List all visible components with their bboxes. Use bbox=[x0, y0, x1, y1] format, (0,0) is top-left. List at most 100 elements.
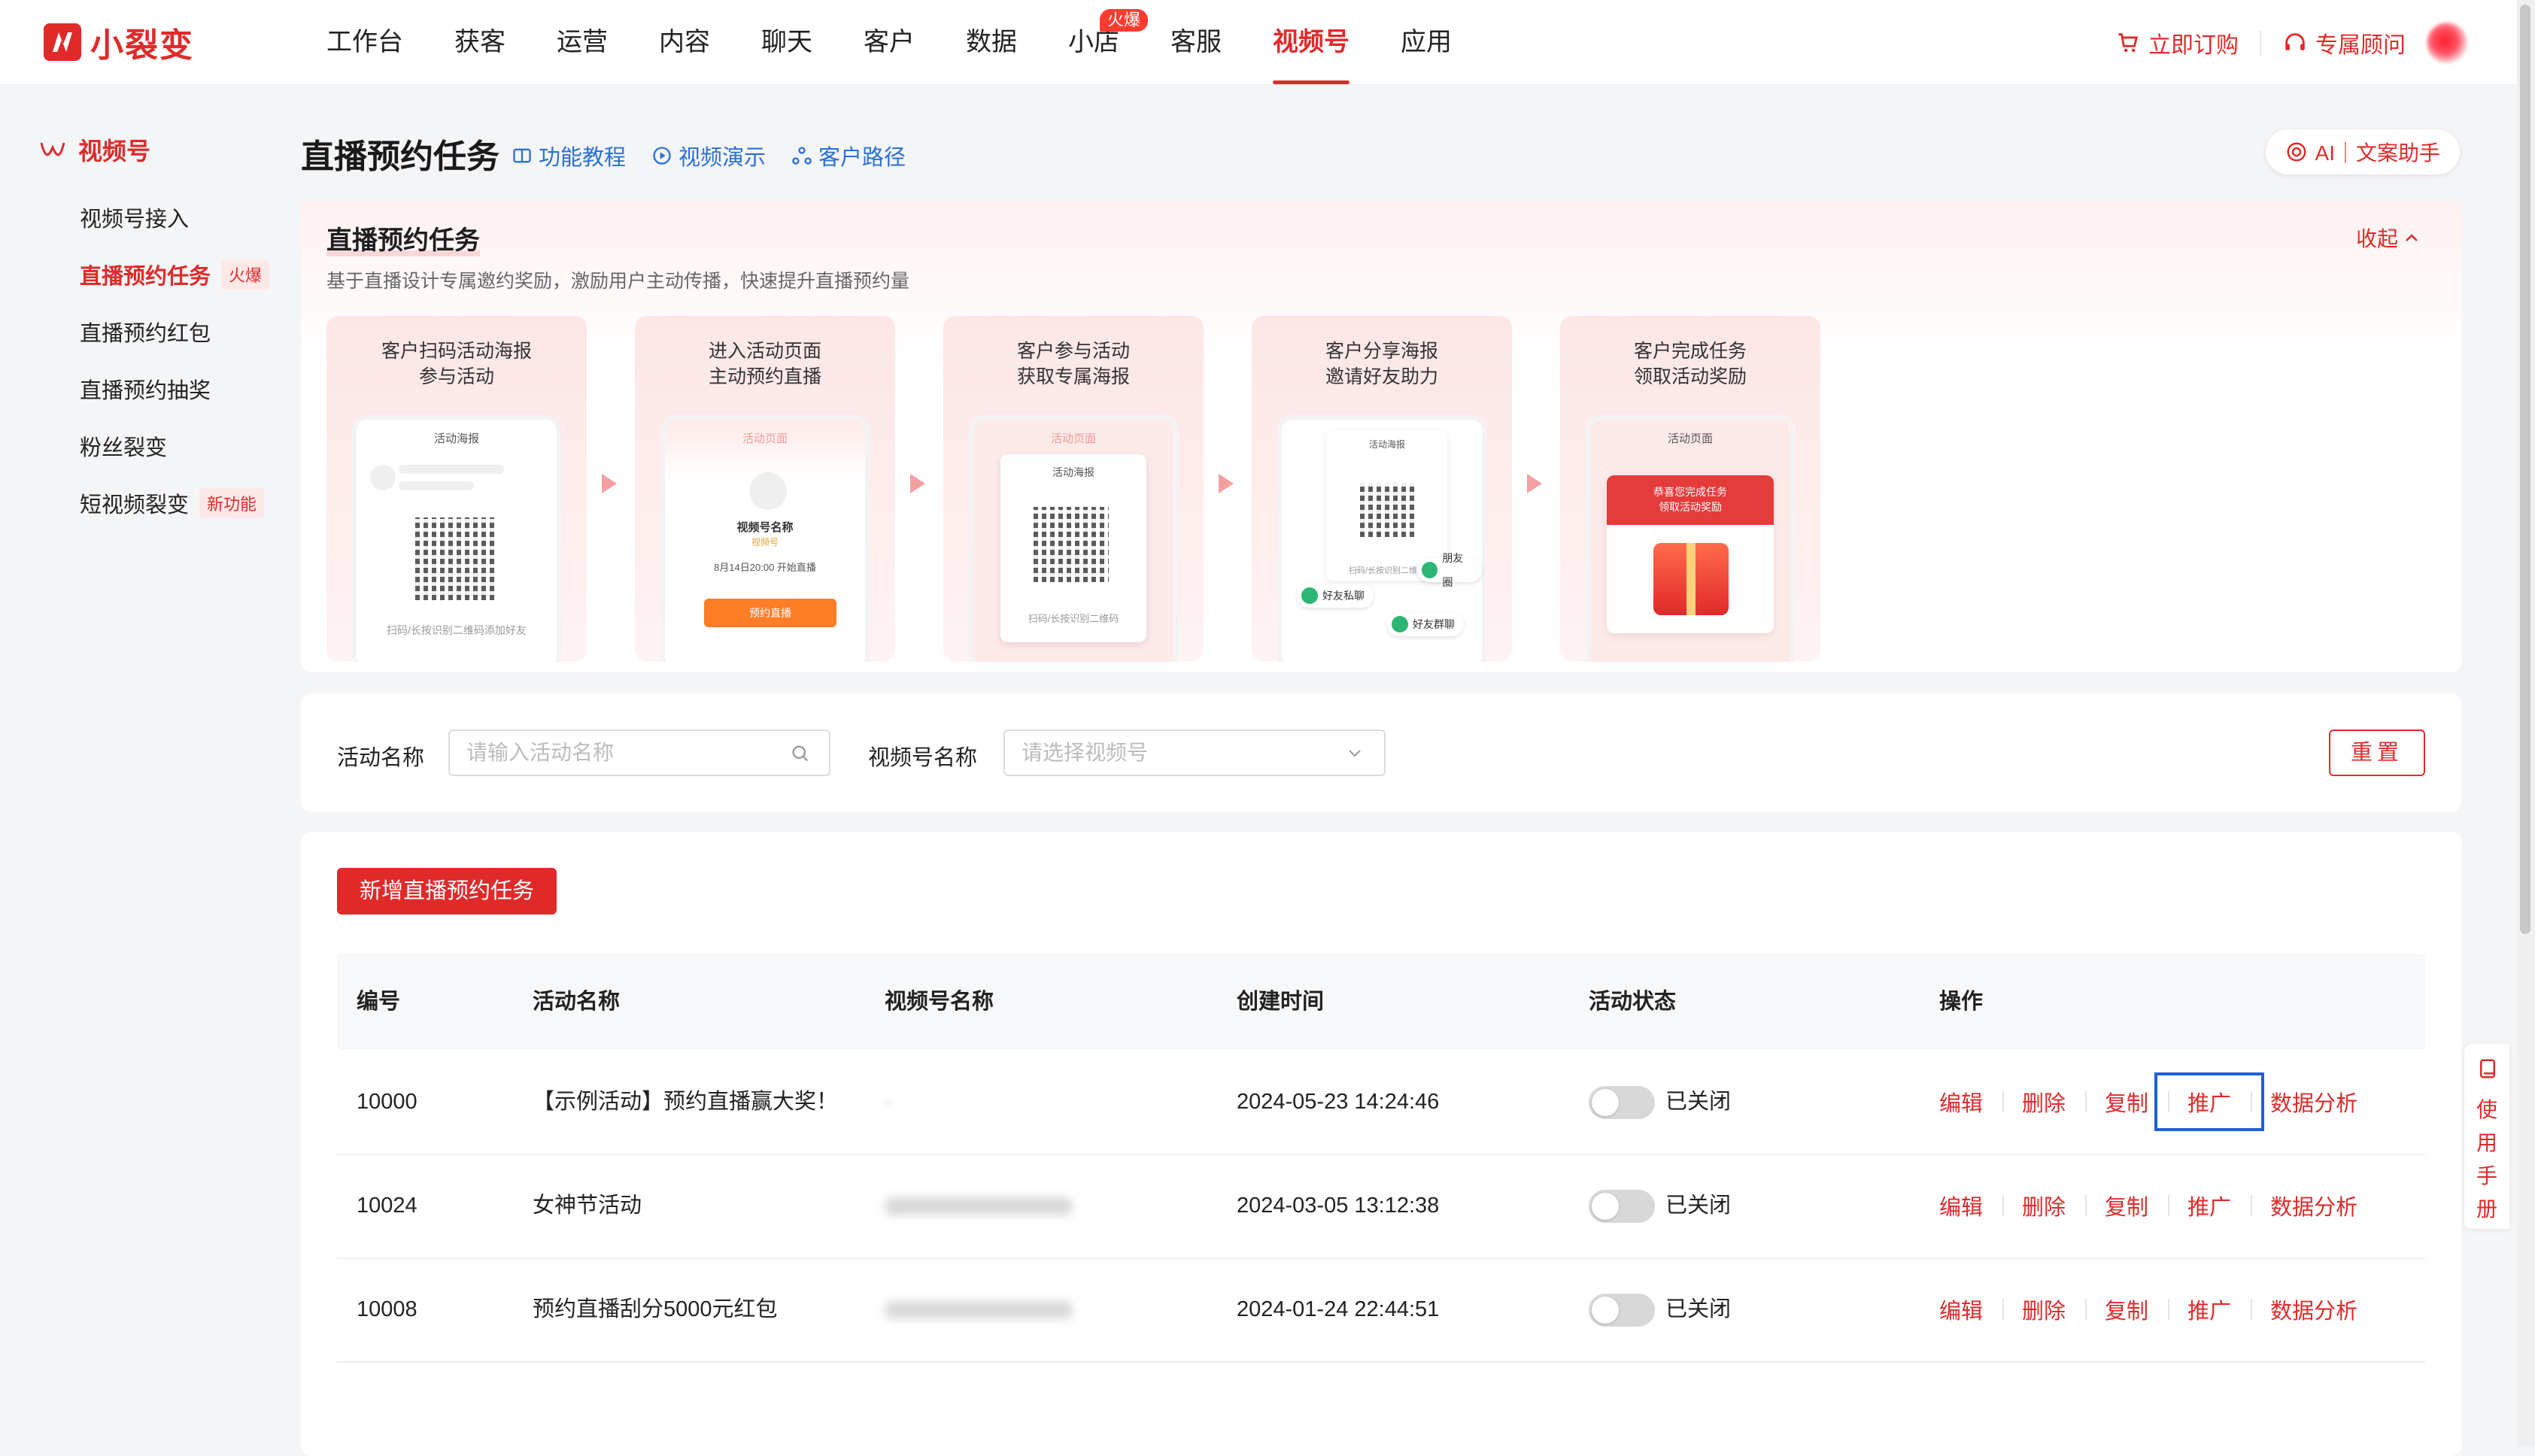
phone-mockup: 活动页面 恭喜您完成任务 领取活动奖励 bbox=[1586, 415, 1795, 662]
ai-assistant-button[interactable]: AI｜文案助手 bbox=[2265, 129, 2460, 174]
status-label: 已关闭 bbox=[1665, 1194, 1732, 1218]
phone-mockup: 活动页面 视频号名称 视频号 8月14日20:00 开始直播 预约直播 bbox=[660, 415, 870, 662]
chevron-up-icon bbox=[2406, 234, 2418, 241]
step-title-line: 主动预约直播 bbox=[708, 366, 821, 387]
table-row: 10000 【示例活动】预约直播赢大奖！ - 2024-05-23 14:24:… bbox=[337, 1050, 2425, 1155]
sidebar-item-live-task[interactable]: 直播预约任务 火爆 bbox=[80, 259, 270, 290]
tutorial-label: 功能教程 bbox=[539, 146, 627, 170]
step-title: 客户分享海报 邀请好友助力 bbox=[1252, 338, 1512, 390]
avatar[interactable] bbox=[2427, 23, 2467, 63]
status-toggle[interactable] bbox=[1589, 1086, 1655, 1119]
customer-path-link[interactable]: 客户路径 bbox=[791, 140, 906, 171]
sidebar-title-label: 视频号 bbox=[78, 138, 151, 165]
advisor-label: 专属顾问 bbox=[2315, 33, 2406, 58]
chip-label: 好友群聊 bbox=[1413, 618, 1455, 630]
add-live-task-button[interactable]: 新增直播预约任务 bbox=[337, 868, 557, 915]
play-icon bbox=[653, 147, 671, 165]
scrollbar-thumb[interactable] bbox=[2520, 5, 2530, 934]
nav-customer[interactable]: 客户 bbox=[838, 0, 940, 84]
qr-caption: 扫码/长按识别二维码添加好友 bbox=[387, 624, 527, 636]
flow-step-4: 客户分享海报 邀请好友助力 活动海报 扫码/长按识别二维码 朋友圈 好友私聊 好友… bbox=[1252, 316, 1512, 662]
nav-chat[interactable]: 聊天 bbox=[736, 0, 838, 84]
path-icon bbox=[792, 147, 812, 165]
channel-select[interactable]: 请选择视频号 bbox=[1003, 730, 1386, 776]
step-title-line: 领取活动奖励 bbox=[1633, 366, 1747, 387]
order-link[interactable]: 立即订购 bbox=[2115, 26, 2239, 59]
order-label: 立即订购 bbox=[2148, 33, 2239, 58]
customer-path-label: 客户路径 bbox=[818, 146, 906, 170]
sidebar-item-fan-fission[interactable]: 粉丝裂变 bbox=[80, 430, 167, 462]
reset-button[interactable]: 重置 bbox=[2329, 730, 2425, 776]
step-title-line: 参与活动 bbox=[418, 366, 494, 387]
cell-id: 10024 bbox=[357, 1194, 417, 1218]
private-chat-chip: 好友私聊 bbox=[1297, 584, 1374, 608]
nav-service[interactable]: 客服 bbox=[1145, 0, 1247, 84]
user-icon bbox=[1301, 587, 1318, 604]
divider bbox=[2260, 30, 2261, 56]
step-title: 客户完成任务 领取活动奖励 bbox=[1560, 338, 1820, 390]
poster-card: 活动海报 扫码/长按识别二维码 bbox=[1000, 454, 1146, 642]
chevron-down-icon bbox=[1349, 750, 1361, 757]
phone-header: 活动页面 bbox=[742, 432, 788, 445]
phone-mockup: 活动海报 扫码/长按识别二维码添加好友 bbox=[352, 415, 561, 662]
nav-apps[interactable]: 应用 bbox=[1375, 0, 1477, 84]
search-icon[interactable] bbox=[790, 743, 811, 764]
edit-button[interactable]: 编辑 bbox=[1939, 1190, 2002, 1221]
sidebar-item-short-video[interactable]: 短视频裂变 新功能 bbox=[80, 487, 265, 519]
nav-channels[interactable]: 视频号 bbox=[1247, 0, 1375, 84]
nav-data[interactable]: 数据 bbox=[940, 0, 1043, 84]
status-toggle[interactable] bbox=[1589, 1190, 1655, 1223]
data-analysis-button[interactable]: 数据分析 bbox=[2251, 1086, 2377, 1118]
placeholder-bar bbox=[399, 481, 474, 490]
activity-name-input[interactable] bbox=[448, 730, 830, 776]
copy-button[interactable]: 复制 bbox=[2085, 1086, 2168, 1118]
cell-id: 10008 bbox=[357, 1297, 417, 1321]
filter-card: 活动名称 视频号名称 请选择视频号 重置 bbox=[301, 693, 2461, 812]
promote-button[interactable]: 推广 bbox=[2168, 1190, 2251, 1221]
video-demo-link[interactable]: 视频演示 bbox=[651, 140, 766, 171]
user-manual-rail[interactable]: 使用手册 bbox=[2464, 1044, 2509, 1229]
status-toggle[interactable] bbox=[1589, 1294, 1655, 1327]
app-logo[interactable]: 小裂变 bbox=[44, 21, 194, 64]
nav-acquire[interactable]: 获客 bbox=[429, 0, 531, 84]
copy-button[interactable]: 复制 bbox=[2085, 1190, 2168, 1221]
data-analysis-button[interactable]: 数据分析 bbox=[2251, 1190, 2377, 1221]
group-chat-chip: 好友群聊 bbox=[1387, 612, 1464, 636]
row-actions: 编辑 删除 复制 推广 数据分析 bbox=[1939, 1050, 2377, 1154]
phone-mockup: 活动页面 活动海报 扫码/长按识别二维码 bbox=[969, 415, 1178, 662]
edit-button[interactable]: 编辑 bbox=[1939, 1294, 2002, 1325]
delete-button[interactable]: 删除 bbox=[2002, 1294, 2085, 1325]
delete-button[interactable]: 删除 bbox=[2002, 1190, 2085, 1221]
cell-created-time: 2024-03-05 13:12:38 bbox=[1237, 1194, 1440, 1218]
sidebar-item-live-redpacket[interactable]: 直播预约红包 bbox=[80, 316, 211, 347]
step-title-line: 进入活动页面 bbox=[708, 341, 821, 362]
reward-line: 领取活动奖励 bbox=[1659, 501, 1722, 513]
chip-label: 好友私聊 bbox=[1322, 590, 1365, 602]
nav-operate[interactable]: 运营 bbox=[531, 0, 633, 84]
cell-activity-name: 【示例活动】预约直播赢大奖！ bbox=[533, 1090, 839, 1114]
promote-button[interactable]: 推广 bbox=[2154, 1072, 2265, 1131]
advisor-link[interactable]: 专属顾问 bbox=[2282, 26, 2406, 59]
promote-button[interactable]: 推广 bbox=[2168, 1294, 2251, 1325]
data-analysis-button[interactable]: 数据分析 bbox=[2251, 1294, 2377, 1325]
copy-button[interactable]: 复制 bbox=[2085, 1294, 2168, 1325]
intro-description: 基于直播设计专属邀约奖励，激励用户主动传播，快速提升直播预约量 bbox=[326, 271, 910, 292]
table-row: 10024 女神节活动 2024-03-05 13:12:38 已关闭 编辑 删… bbox=[337, 1154, 2425, 1259]
table-header: 编号 活动名称 视频号名称 创建时间 活动状态 操作 bbox=[337, 954, 2425, 1050]
edit-button[interactable]: 编辑 bbox=[1939, 1086, 2002, 1118]
nav-workbench[interactable]: 工作台 bbox=[301, 0, 429, 84]
col-status: 活动状态 bbox=[1589, 990, 1677, 1014]
qr-caption: 扫码/长按识别二维码 bbox=[1028, 613, 1119, 624]
reward-line: 恭喜您完成任务 bbox=[1653, 486, 1727, 498]
collapse-button[interactable]: 收起 bbox=[2356, 223, 2419, 253]
flow-step-2: 进入活动页面 主动预约直播 活动页面 视频号名称 视频号 8月14日20:00 开… bbox=[635, 316, 895, 662]
delete-button[interactable]: 删除 bbox=[2002, 1086, 2085, 1118]
tutorial-link[interactable]: 功能教程 bbox=[512, 140, 626, 171]
flow-step-1: 客户扫码活动海报 参与活动 活动海报 扫码/长按识别二维码添加好友 bbox=[326, 316, 587, 662]
reserve-live-button-mock: 预约直播 bbox=[704, 599, 836, 627]
sidebar-item-access[interactable]: 视频号接入 bbox=[80, 202, 189, 233]
nav-content[interactable]: 内容 bbox=[633, 0, 736, 84]
nav-shop[interactable]: 小店 火爆 bbox=[1043, 0, 1148, 84]
video-demo-label: 视频演示 bbox=[679, 146, 767, 170]
sidebar-item-live-lottery[interactable]: 直播预约抽奖 bbox=[80, 373, 211, 405]
